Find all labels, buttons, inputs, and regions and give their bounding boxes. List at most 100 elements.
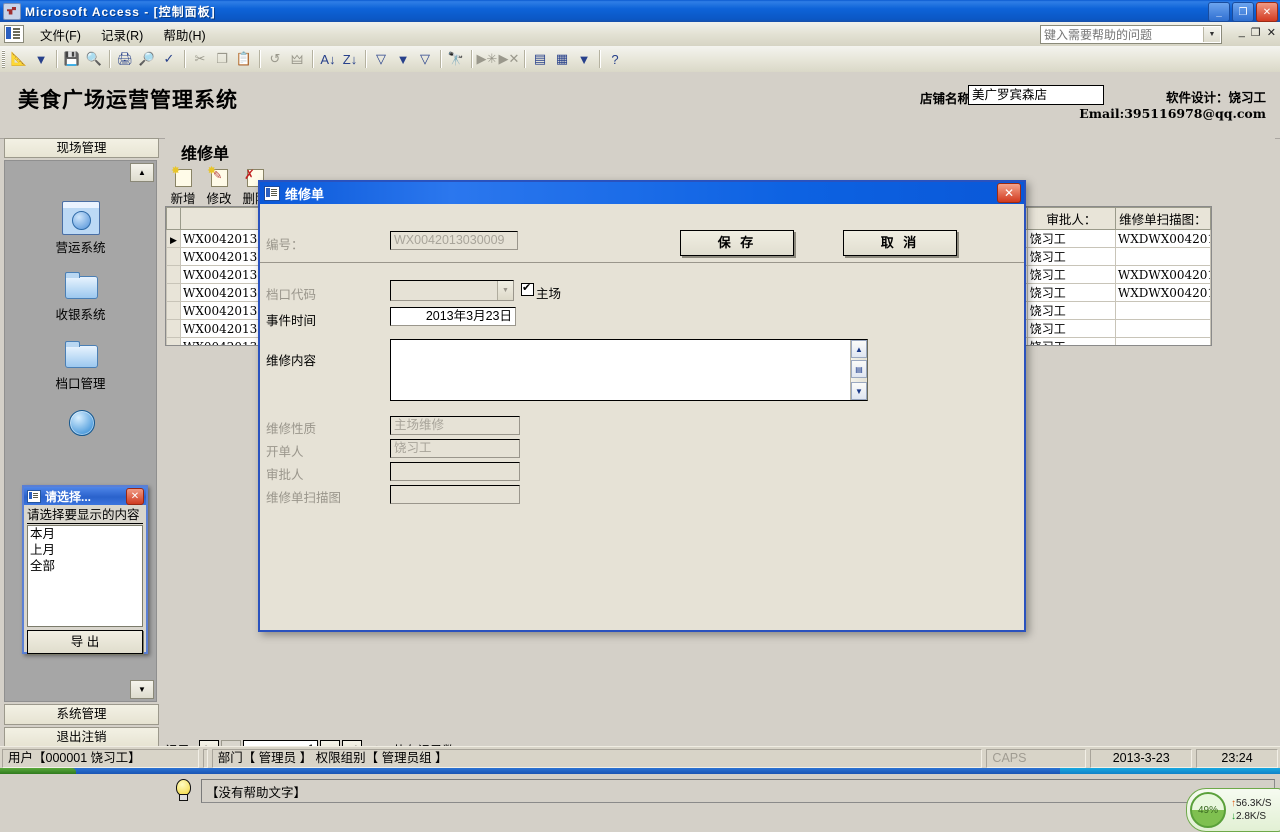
cancel-button[interactable]: 取 消 bbox=[843, 230, 957, 256]
print-preview-icon[interactable]: 🔍 bbox=[83, 48, 105, 70]
memo-scrollbar[interactable]: ▲ ▤ ▼ bbox=[850, 340, 867, 400]
row-selector[interactable] bbox=[166, 337, 181, 345]
filter-by-form-icon[interactable]: ▼ bbox=[392, 48, 414, 70]
cell-approver[interactable]: 饶习工 bbox=[1026, 319, 1116, 338]
menu-item-file[interactable]: 文件(F) bbox=[30, 23, 91, 46]
new-record-icon[interactable]: ▶✳ bbox=[476, 48, 498, 70]
column-header-approver[interactable]: 审批人： bbox=[1026, 207, 1116, 230]
chevron-down-icon[interactable]: ▼ bbox=[497, 281, 513, 300]
filter-by-selection-icon[interactable]: ▽ bbox=[370, 48, 392, 70]
ask-question-input[interactable] bbox=[1041, 27, 1203, 42]
row-selector[interactable]: ▶ bbox=[166, 229, 181, 248]
cell-approver[interactable]: 饶习工 bbox=[1026, 301, 1116, 320]
preview-icon[interactable]: 🔎 bbox=[136, 48, 158, 70]
undo-icon[interactable]: ↺ bbox=[264, 48, 286, 70]
spelling-icon[interactable]: ✓ bbox=[158, 48, 180, 70]
help-icon[interactable]: ? bbox=[604, 48, 626, 70]
start-button[interactable] bbox=[0, 768, 76, 774]
delete-record-icon[interactable]: ▶✕ bbox=[498, 48, 520, 70]
sidebar-item-stall[interactable]: 档口管理 bbox=[5, 339, 156, 392]
sidebar-item-system-admin[interactable]: 系统管理 bbox=[4, 704, 159, 725]
cell-approver[interactable]: 饶习工 bbox=[1026, 283, 1116, 302]
choose-option[interactable]: 本月 bbox=[28, 526, 142, 542]
sort-ascending-icon[interactable]: A↓ bbox=[317, 48, 339, 70]
cell-approver[interactable]: 饶习工 bbox=[1026, 229, 1116, 248]
cell-scan[interactable] bbox=[1114, 247, 1211, 266]
ask-question-dropdown-icon[interactable]: ▼ bbox=[1203, 27, 1220, 42]
cell-scan[interactable] bbox=[1114, 337, 1211, 345]
new-object-arrow-icon[interactable]: ▼ bbox=[573, 48, 595, 70]
sidebar-scroll-up-button[interactable]: ▲ bbox=[130, 163, 154, 182]
sidebar-item-operations[interactable]: 营运系统 bbox=[5, 201, 156, 256]
sort-descending-icon[interactable]: Z↓ bbox=[339, 48, 361, 70]
menu-item-help[interactable]: 帮助(H) bbox=[153, 23, 215, 46]
apply-filter-icon[interactable]: ▽ bbox=[414, 48, 436, 70]
toolbar-grip[interactable] bbox=[2, 50, 5, 68]
stall-code-combobox[interactable]: ▼ bbox=[390, 280, 514, 301]
edit-record-button[interactable]: ✎ ✸ 修改 bbox=[201, 166, 237, 207]
find-icon[interactable]: 🔭 bbox=[445, 48, 467, 70]
approver-input[interactable] bbox=[390, 462, 520, 481]
add-record-button[interactable]: ✸ 新增 bbox=[165, 166, 201, 207]
print-icon[interactable]: 🖨 bbox=[114, 48, 136, 70]
document-system-icon[interactable] bbox=[4, 25, 24, 43]
mdi-restore-button[interactable]: ❐ bbox=[1251, 26, 1261, 39]
cut-icon[interactable]: ✂ bbox=[189, 48, 211, 70]
window-close-button[interactable]: ✕ bbox=[1256, 2, 1278, 22]
issuer-input[interactable]: 饶习工 bbox=[390, 439, 520, 458]
copy-icon[interactable]: ❐ bbox=[211, 48, 233, 70]
choose-option[interactable]: 全部 bbox=[28, 558, 142, 574]
cell-scan[interactable]: WXDWX0042013030 bbox=[1114, 265, 1211, 284]
design-view-icon[interactable]: 📐 bbox=[8, 48, 30, 70]
cell-approver[interactable]: 饶习工 bbox=[1026, 337, 1116, 345]
mdi-close-button[interactable]: ✕ bbox=[1267, 26, 1276, 39]
database-window-icon[interactable]: ▤ bbox=[529, 48, 551, 70]
event-time-input[interactable]: 2013年3月23日 bbox=[390, 307, 516, 326]
new-object-icon[interactable]: ▦ bbox=[551, 48, 573, 70]
menu-item-record[interactable]: 记录(R) bbox=[91, 23, 153, 46]
save-icon[interactable]: 💾 bbox=[61, 48, 83, 70]
home-checkbox[interactable] bbox=[521, 281, 534, 296]
repair-dialog-close-button[interactable]: ✕ bbox=[997, 183, 1021, 203]
insert-hyperlink-icon[interactable]: 🜲 bbox=[286, 48, 308, 70]
sidebar-item-logout[interactable]: 退出注销 bbox=[4, 727, 159, 748]
cell-scan[interactable]: WXDWX0042013030 bbox=[1114, 229, 1211, 248]
cell-approver[interactable]: 饶习工 bbox=[1026, 247, 1116, 266]
choose-dialog-close-button[interactable]: ✕ bbox=[126, 487, 144, 505]
row-selector[interactable] bbox=[166, 301, 181, 320]
choose-dialog-list[interactable]: 本月 上月 全部 bbox=[27, 525, 143, 627]
repair-content-text[interactable] bbox=[391, 340, 850, 400]
save-button[interactable]: 保 存 bbox=[680, 230, 794, 256]
code-input[interactable]: WX0042013030009 bbox=[390, 231, 518, 250]
system-tray[interactable] bbox=[1060, 768, 1280, 774]
export-button[interactable]: 导 出 bbox=[27, 630, 143, 654]
cell-approver[interactable]: 饶习工 bbox=[1026, 265, 1116, 284]
choose-option[interactable]: 上月 bbox=[28, 542, 142, 558]
repair-content-textarea[interactable]: ▲ ▤ ▼ bbox=[390, 339, 868, 401]
network-speed-widget[interactable]: 49% ↑56.3K/S ↓2.8K/S bbox=[1186, 788, 1280, 832]
shop-name-input[interactable]: 美广罗宾森店 bbox=[968, 85, 1104, 105]
window-minimize-button[interactable]: _ bbox=[1208, 2, 1230, 22]
sidebar-item-cashier[interactable]: 收银系统 bbox=[5, 270, 156, 323]
sidebar-item-globe[interactable] bbox=[5, 408, 156, 442]
cell-scan[interactable]: WXDWX0042013030 bbox=[1114, 283, 1211, 302]
sidebar-scroll-down-button[interactable]: ▼ bbox=[130, 680, 154, 699]
row-selector[interactable] bbox=[166, 283, 181, 302]
scrollbar-thumb[interactable]: ▤ bbox=[851, 360, 867, 378]
window-maximize-button[interactable]: ❐ bbox=[1232, 2, 1254, 22]
repair-nature-input[interactable]: 主场维修 bbox=[390, 416, 520, 435]
scan-image-input[interactable] bbox=[390, 485, 520, 504]
dropdown-arrow-icon[interactable]: ▼ bbox=[30, 48, 52, 70]
scroll-down-icon[interactable]: ▼ bbox=[851, 382, 867, 400]
repair-content-label: 维修内容 bbox=[266, 354, 317, 368]
row-selector[interactable] bbox=[166, 265, 181, 284]
cell-scan[interactable] bbox=[1114, 301, 1211, 320]
scroll-up-icon[interactable]: ▲ bbox=[851, 340, 867, 358]
row-selector[interactable] bbox=[166, 247, 181, 266]
paste-icon[interactable]: 📋 bbox=[233, 48, 255, 70]
column-header-scan[interactable]: 维修单扫描图： bbox=[1114, 207, 1211, 230]
ask-question-box[interactable]: ▼ bbox=[1040, 25, 1222, 44]
cell-scan[interactable] bbox=[1114, 319, 1211, 338]
mdi-minimize-button[interactable]: _ bbox=[1239, 26, 1245, 39]
row-selector[interactable] bbox=[166, 319, 181, 338]
